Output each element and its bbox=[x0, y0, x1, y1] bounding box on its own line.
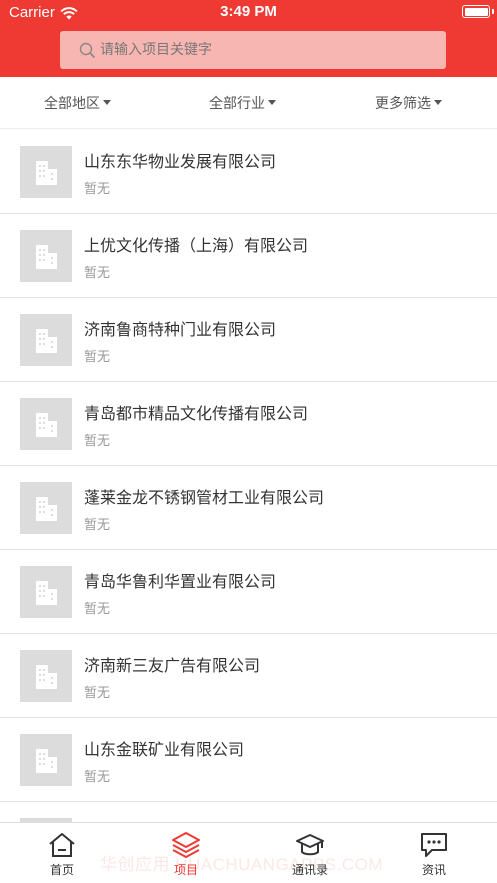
filter-more-label: 更多筛选 bbox=[375, 96, 431, 112]
company-desc: 暂无 bbox=[84, 518, 111, 533]
bottom-tab-bar: 首页 项目 通讯录 资讯 bbox=[0, 822, 497, 883]
list-item[interactable]: 济南新三友广告有限公司 暂无 bbox=[0, 634, 497, 718]
home-icon bbox=[49, 833, 75, 857]
list-item[interactable]: 山东金联矿业有限公司 暂无 bbox=[0, 718, 497, 802]
search-input[interactable] bbox=[100, 31, 430, 69]
filter-industry-dropdown[interactable]: 全部行业 bbox=[209, 93, 276, 113]
company-name: 上优文化传播（上海）有限公司 bbox=[84, 236, 309, 255]
status-bar: Carrier 3:49 PM bbox=[0, 0, 497, 26]
list-item[interactable]: 青岛都市精品文化传播有限公司 暂无 bbox=[0, 382, 497, 466]
company-desc: 暂无 bbox=[84, 266, 111, 281]
filter-industry-label: 全部行业 bbox=[209, 96, 265, 112]
tab-news-label: 资讯 bbox=[421, 863, 446, 877]
company-name: 青岛都市精品文化传播有限公司 bbox=[84, 404, 309, 423]
building-icon bbox=[36, 329, 57, 353]
company-thumbnail bbox=[20, 482, 72, 534]
filter-bar: 全部地区 全部行业 更多筛选 bbox=[0, 77, 497, 129]
list-item[interactable]: 济南鲁商特种门业有限公司 暂无 bbox=[0, 298, 497, 382]
list-item[interactable]: 青岛华鲁利华置业有限公司 暂无 bbox=[0, 550, 497, 634]
battery-icon bbox=[462, 5, 490, 18]
project-list[interactable]: 山东东华物业发展有限公司 暂无 上优文化传播（上海）有限公司 暂无 济南鲁商特种… bbox=[0, 130, 497, 822]
battery-tip bbox=[492, 9, 494, 14]
caret-down-icon bbox=[103, 100, 111, 105]
list-item[interactable]: 上优文化传播（上海）有限公司 暂无 bbox=[0, 214, 497, 298]
app-header: Carrier 3:49 PM bbox=[0, 0, 497, 77]
building-icon bbox=[36, 749, 57, 773]
company-thumbnail bbox=[20, 566, 72, 618]
tab-contacts[interactable]: 通讯录 bbox=[248, 823, 372, 883]
company-thumbnail bbox=[20, 230, 72, 282]
company-thumbnail bbox=[20, 146, 72, 198]
building-icon bbox=[36, 245, 57, 269]
company-thumbnail bbox=[20, 398, 72, 450]
company-name: 济南新三友广告有限公司 bbox=[84, 656, 261, 675]
caret-down-icon bbox=[268, 100, 276, 105]
company-desc: 暂无 bbox=[84, 602, 111, 617]
building-icon bbox=[36, 581, 57, 605]
search-icon bbox=[79, 42, 96, 63]
clock-time: 3:49 PM bbox=[220, 3, 277, 20]
building-icon bbox=[36, 413, 57, 437]
company-desc: 暂无 bbox=[84, 182, 111, 197]
tab-projects-label: 项目 bbox=[173, 863, 198, 877]
company-thumbnail bbox=[20, 734, 72, 786]
building-icon bbox=[36, 665, 57, 689]
list-item[interactable]: 山东东华物业发展有限公司 暂无 bbox=[0, 130, 497, 214]
list-item[interactable] bbox=[0, 802, 497, 822]
company-thumbnail bbox=[20, 314, 72, 366]
company-name: 济南鲁商特种门业有限公司 bbox=[84, 320, 277, 339]
list-item[interactable]: 蓬莱金龙不锈钢管材工业有限公司 暂无 bbox=[0, 466, 497, 550]
building-icon bbox=[36, 161, 57, 185]
tab-home[interactable]: 首页 bbox=[0, 823, 124, 883]
company-thumbnail bbox=[20, 650, 72, 702]
chat-icon bbox=[421, 833, 447, 857]
caret-down-icon bbox=[434, 100, 442, 105]
company-name: 山东东华物业发展有限公司 bbox=[84, 152, 277, 171]
company-desc: 暂无 bbox=[84, 686, 111, 701]
tab-contacts-label: 通讯录 bbox=[291, 863, 328, 877]
tab-home-label: 首页 bbox=[49, 863, 74, 877]
company-desc: 暂无 bbox=[84, 770, 111, 785]
company-name: 山东金联矿业有限公司 bbox=[84, 740, 245, 759]
tab-projects[interactable]: 项目 bbox=[124, 823, 248, 883]
building-icon bbox=[36, 497, 57, 521]
filter-more-dropdown[interactable]: 更多筛选 bbox=[375, 93, 442, 113]
company-desc: 暂无 bbox=[84, 434, 111, 449]
tab-news[interactable]: 资讯 bbox=[372, 823, 496, 883]
company-desc: 暂无 bbox=[84, 350, 111, 365]
layers-icon bbox=[172, 832, 200, 858]
company-name: 蓬莱金龙不锈钢管材工业有限公司 bbox=[84, 488, 325, 507]
company-name: 青岛华鲁利华置业有限公司 bbox=[84, 572, 277, 591]
search-bar[interactable] bbox=[60, 31, 446, 69]
graduation-cap-icon bbox=[296, 834, 324, 856]
filter-region-label: 全部地区 bbox=[44, 96, 100, 112]
filter-region-dropdown[interactable]: 全部地区 bbox=[44, 93, 111, 113]
